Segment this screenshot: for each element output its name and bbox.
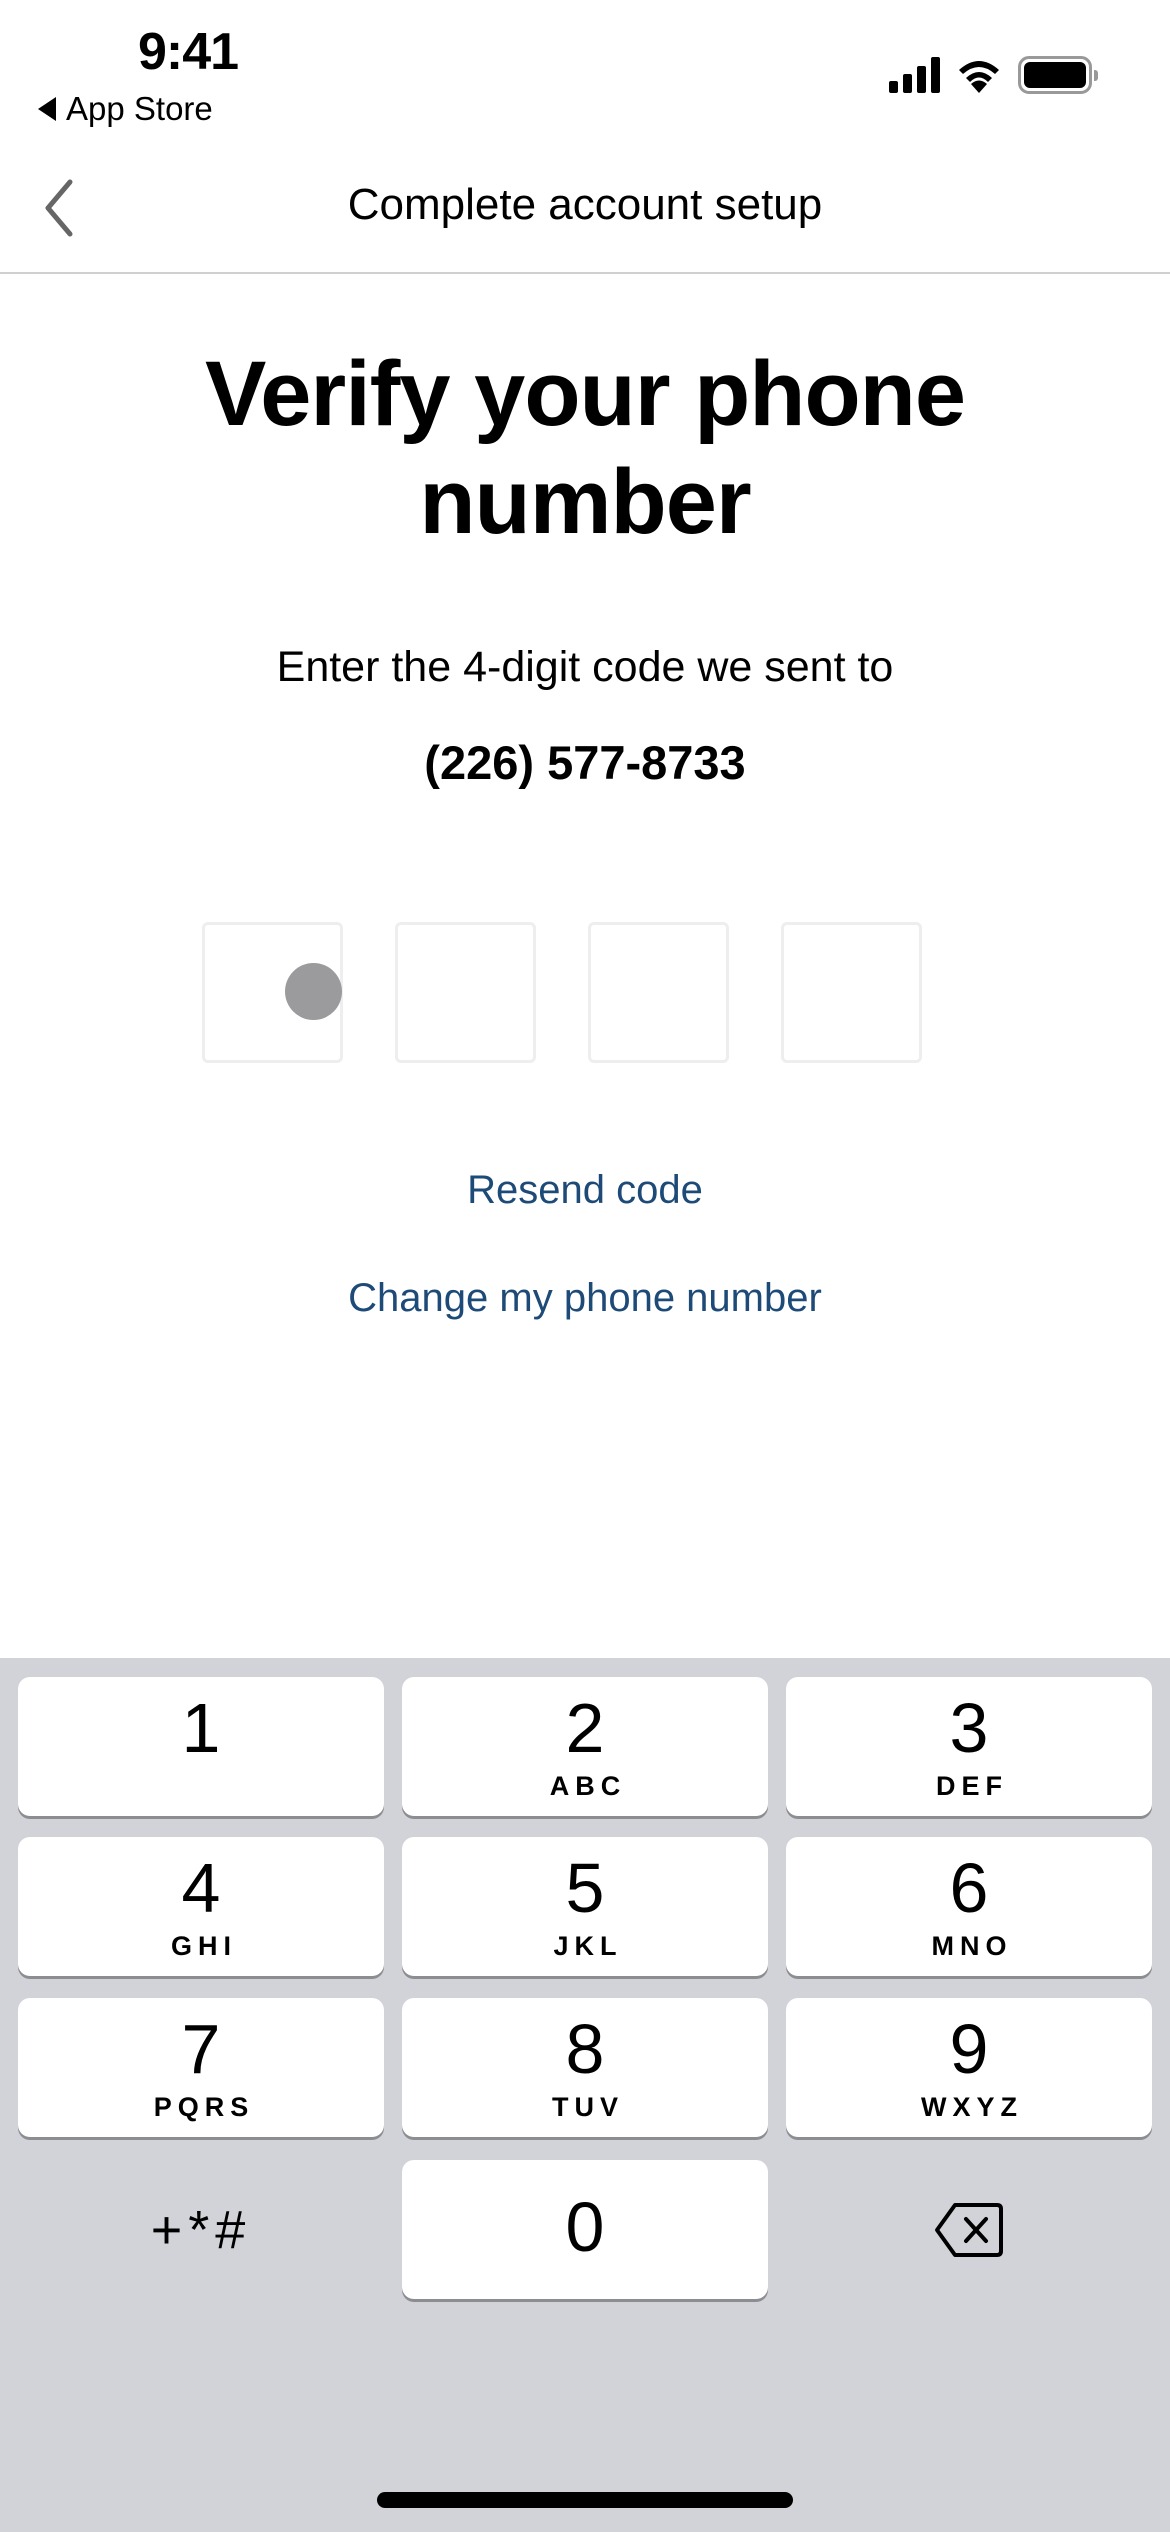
key-letters: ABC (549, 1771, 627, 1801)
code-input[interactable] (202, 922, 922, 1063)
key-letters: JKL (553, 1931, 623, 1961)
key-0[interactable]: 0 (402, 2160, 768, 2299)
key-digit: 8 (565, 2010, 605, 2088)
code-digit-4[interactable] (781, 922, 922, 1063)
key-letters: WXYZ (921, 2092, 1023, 2122)
symbols-label: +*# (150, 2199, 252, 2260)
key-letters: DEF (936, 1771, 1008, 1801)
back-to-app-store[interactable]: App Store (38, 90, 213, 128)
key-3[interactable]: 3 DEF (786, 1677, 1152, 1816)
code-digit-1[interactable] (202, 922, 343, 1063)
code-digit-2[interactable] (395, 922, 536, 1063)
home-indicator[interactable] (377, 2492, 793, 2508)
cursor-indicator (285, 963, 342, 1020)
key-7[interactable]: 7 PQRS (18, 1998, 384, 2137)
key-digit: 0 (565, 2188, 605, 2266)
key-6[interactable]: 6 MNO (786, 1837, 1152, 1976)
nav-bar: Complete account setup (0, 150, 1170, 274)
key-2[interactable]: 2 ABC (402, 1677, 768, 1816)
key-digit: 9 (949, 2010, 989, 2088)
resend-code-link[interactable]: Resend code (0, 1168, 1170, 1213)
key-5[interactable]: 5 JKL (402, 1837, 768, 1976)
code-digit-3[interactable] (588, 922, 729, 1063)
key-letters: PQRS (153, 2092, 255, 2122)
backspace-icon (935, 2202, 1003, 2257)
delete-key[interactable] (786, 2160, 1152, 2299)
key-letters: MNO (931, 1931, 1013, 1961)
nav-title: Complete account setup (347, 180, 823, 229)
phone-number: (226) 577-8733 (424, 736, 746, 789)
key-digit: 4 (181, 1849, 221, 1927)
key-digit: 6 (949, 1849, 989, 1927)
key-letters: GHI (170, 1931, 237, 1961)
instruction-text: Enter the 4-digit code we sent to (276, 643, 894, 691)
wifi-icon (959, 61, 999, 93)
key-digit: 3 (949, 1689, 989, 1767)
key-4[interactable]: 4 GHI (18, 1837, 384, 1976)
back-app-label: App Store (66, 90, 213, 127)
key-digit: 1 (181, 1689, 221, 1767)
numeric-keyboard: 1 2 ABC 3 DEF 4 GHI 5 JKL 6 MNO 7 PQRS 8 TUV 9 W… (0, 1658, 1170, 2532)
key-letters: TUV (552, 2092, 624, 2122)
key-9[interactable]: 9 WXYZ (786, 1998, 1152, 2137)
key-digit: 7 (181, 2010, 221, 2088)
symbols-key[interactable]: +*# (18, 2160, 384, 2299)
back-triangle-icon (38, 97, 56, 121)
key-digit: 5 (565, 1849, 605, 1927)
signal-icon (889, 57, 940, 93)
page-title-line2: number (419, 451, 751, 553)
status-icons (889, 56, 1098, 94)
page-title: Verify your phone number (0, 340, 1170, 556)
key-digit: 2 (565, 1689, 605, 1767)
key-1[interactable]: 1 (18, 1677, 384, 1816)
page-title-line1: Verify your phone (204, 343, 966, 445)
key-8[interactable]: 8 TUV (402, 1998, 768, 2137)
battery-icon (1018, 56, 1098, 94)
status-time: 9:41 (138, 23, 239, 81)
change-phone-link[interactable]: Change my phone number (0, 1276, 1170, 1321)
